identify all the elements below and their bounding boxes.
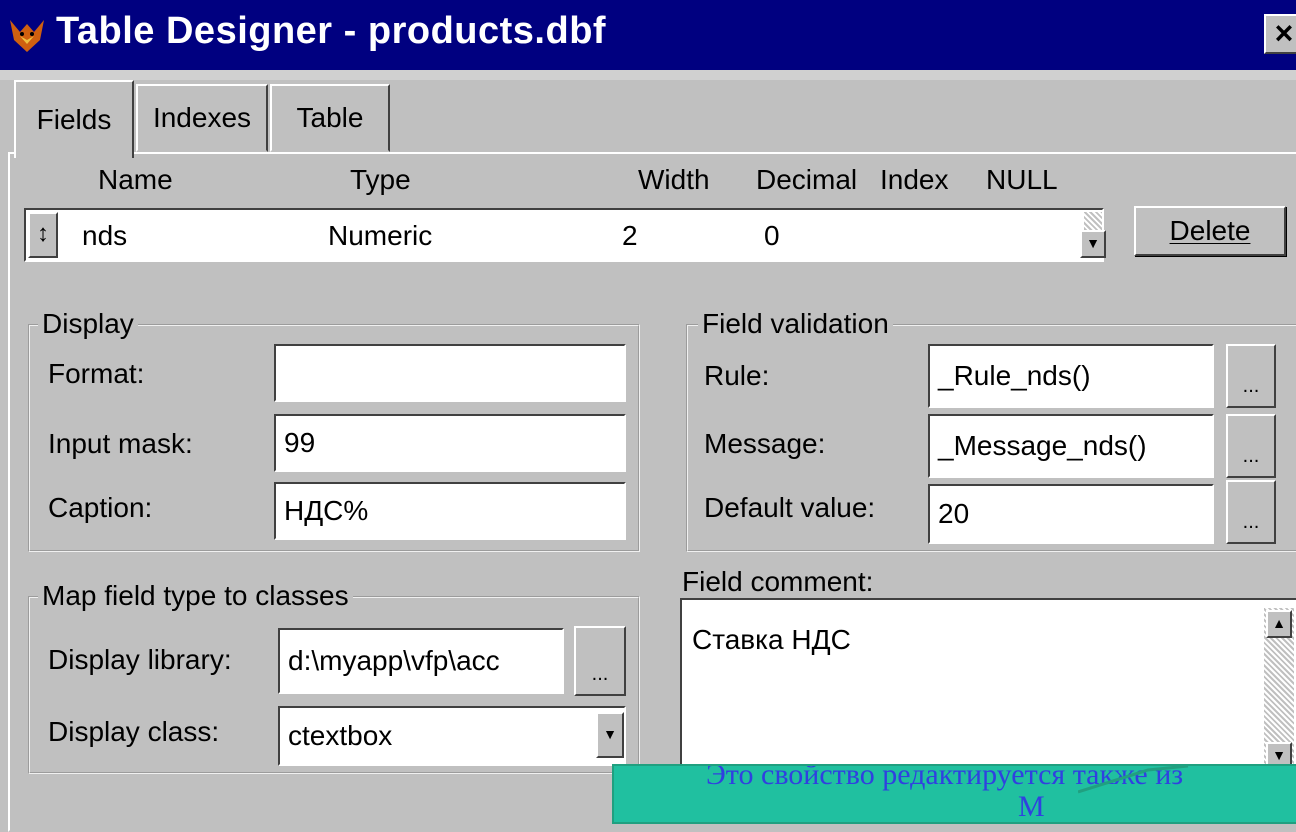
- caption-label: Caption:: [48, 492, 153, 523]
- rule-builder-button[interactable]: ...: [1226, 344, 1276, 408]
- scroll-up-icon[interactable]: ▲: [1266, 610, 1292, 638]
- field-name-cell[interactable]: nds: [82, 220, 127, 252]
- default-value-label: Default value:: [704, 492, 876, 523]
- display-legend: Display: [38, 308, 138, 340]
- row-mover-icon[interactable]: ↕: [28, 212, 58, 258]
- message-builder-button[interactable]: ...: [1226, 414, 1276, 478]
- message-label: Message:: [704, 428, 826, 459]
- default-value-field[interactable]: 20: [928, 484, 1214, 544]
- library-browse-button[interactable]: ...: [574, 626, 626, 696]
- rule-field[interactable]: _Rule_nds(): [928, 344, 1214, 408]
- field-type-cell[interactable]: Numeric: [328, 220, 432, 252]
- dialog-top-edge: [0, 70, 1296, 80]
- column-header-index[interactable]: Index: [880, 164, 949, 196]
- scroll-down-icon[interactable]: ▼: [1080, 230, 1106, 258]
- field-comment-text: Ставка НДС: [692, 624, 851, 655]
- message-field[interactable]: _Message_nds(): [928, 414, 1214, 478]
- tab-fields[interactable]: Fields: [14, 80, 134, 158]
- delete-button[interactable]: Delete: [1134, 206, 1286, 256]
- callout-note: Это свойство редактируется также из М: [612, 764, 1296, 824]
- validation-legend: Field validation: [698, 308, 893, 340]
- display-library-label: Display library:: [48, 644, 232, 675]
- column-header-width[interactable]: Width: [638, 164, 710, 196]
- input-mask-label: Input mask:: [48, 428, 193, 459]
- close-button[interactable]: ×: [1264, 14, 1296, 54]
- display-class-select[interactable]: ctextbox: [278, 706, 626, 766]
- tab-indexes[interactable]: Indexes: [136, 84, 268, 152]
- field-decimal-cell[interactable]: 0: [764, 220, 780, 252]
- field-width-cell[interactable]: 2: [622, 220, 638, 252]
- foxpro-icon: [6, 14, 48, 56]
- display-class-label: Display class:: [48, 716, 220, 747]
- default-builder-button[interactable]: ...: [1226, 480, 1276, 544]
- format-field[interactable]: [274, 344, 626, 402]
- column-header-type[interactable]: Type: [350, 164, 411, 196]
- map-classes-legend: Map field type to classes: [38, 580, 353, 612]
- rule-label: Rule:: [704, 360, 770, 391]
- field-grid-row[interactable]: [24, 208, 1104, 262]
- callout-pointer-icon: [1078, 766, 1189, 794]
- column-header-name[interactable]: Name: [98, 164, 173, 196]
- caption-field[interactable]: НДС%: [274, 482, 626, 540]
- tab-table[interactable]: Table: [270, 84, 390, 152]
- window-title: Table Designer - products.dbf: [56, 10, 607, 52]
- callout-line-2: М: [1018, 790, 1045, 823]
- delete-button-label: Delete: [1169, 215, 1251, 246]
- column-header-null[interactable]: NULL: [986, 164, 1058, 196]
- format-label: Format:: [48, 358, 145, 389]
- field-comment-label: Field comment:: [682, 566, 874, 597]
- chevron-down-icon[interactable]: ▼: [596, 712, 624, 758]
- dialog-bottom-strip: [12, 794, 602, 808]
- display-library-field[interactable]: d:\myapp\vfp\acc: [278, 628, 564, 694]
- column-header-decimal[interactable]: Decimal: [756, 164, 857, 196]
- input-mask-field[interactable]: 99: [274, 414, 626, 472]
